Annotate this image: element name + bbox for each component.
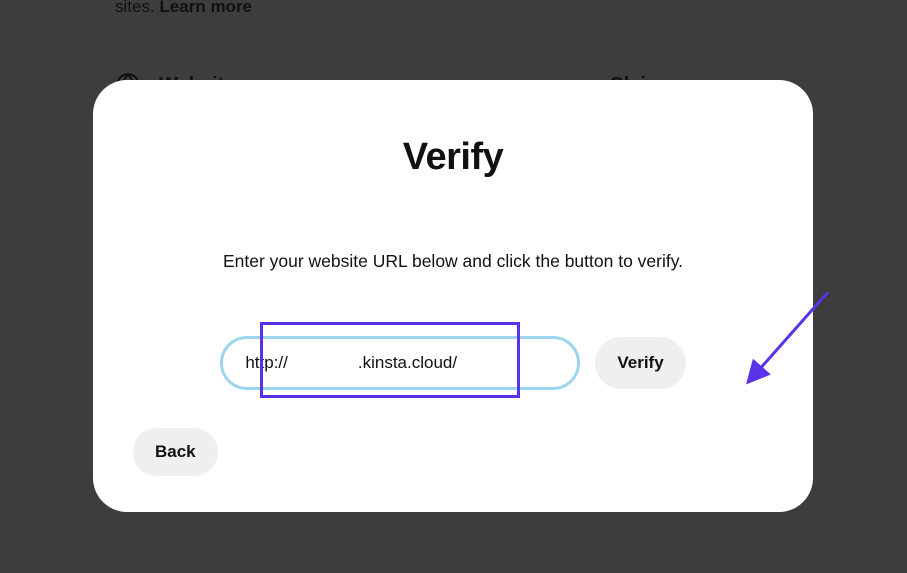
modal-title: Verify xyxy=(133,136,773,179)
url-prefix-text: http:// xyxy=(245,353,288,373)
verify-button[interactable]: Verify xyxy=(595,337,685,389)
learn-more-link[interactable]: Learn more xyxy=(159,0,252,16)
background-text-fragment: sites. xyxy=(115,0,155,16)
modal-subtitle: Enter your website URL below and click t… xyxy=(133,251,773,272)
background-text-line: sites. Learn more xyxy=(115,0,907,17)
verify-modal: Verify Enter your website URL below and … xyxy=(93,80,813,512)
back-button[interactable]: Back xyxy=(133,428,218,476)
website-url-input[interactable]: http:// .kinsta.cloud/ xyxy=(220,336,580,390)
url-input-row: http:// .kinsta.cloud/ Verify xyxy=(133,336,773,390)
url-suffix-text: .kinsta.cloud/ xyxy=(358,353,457,373)
